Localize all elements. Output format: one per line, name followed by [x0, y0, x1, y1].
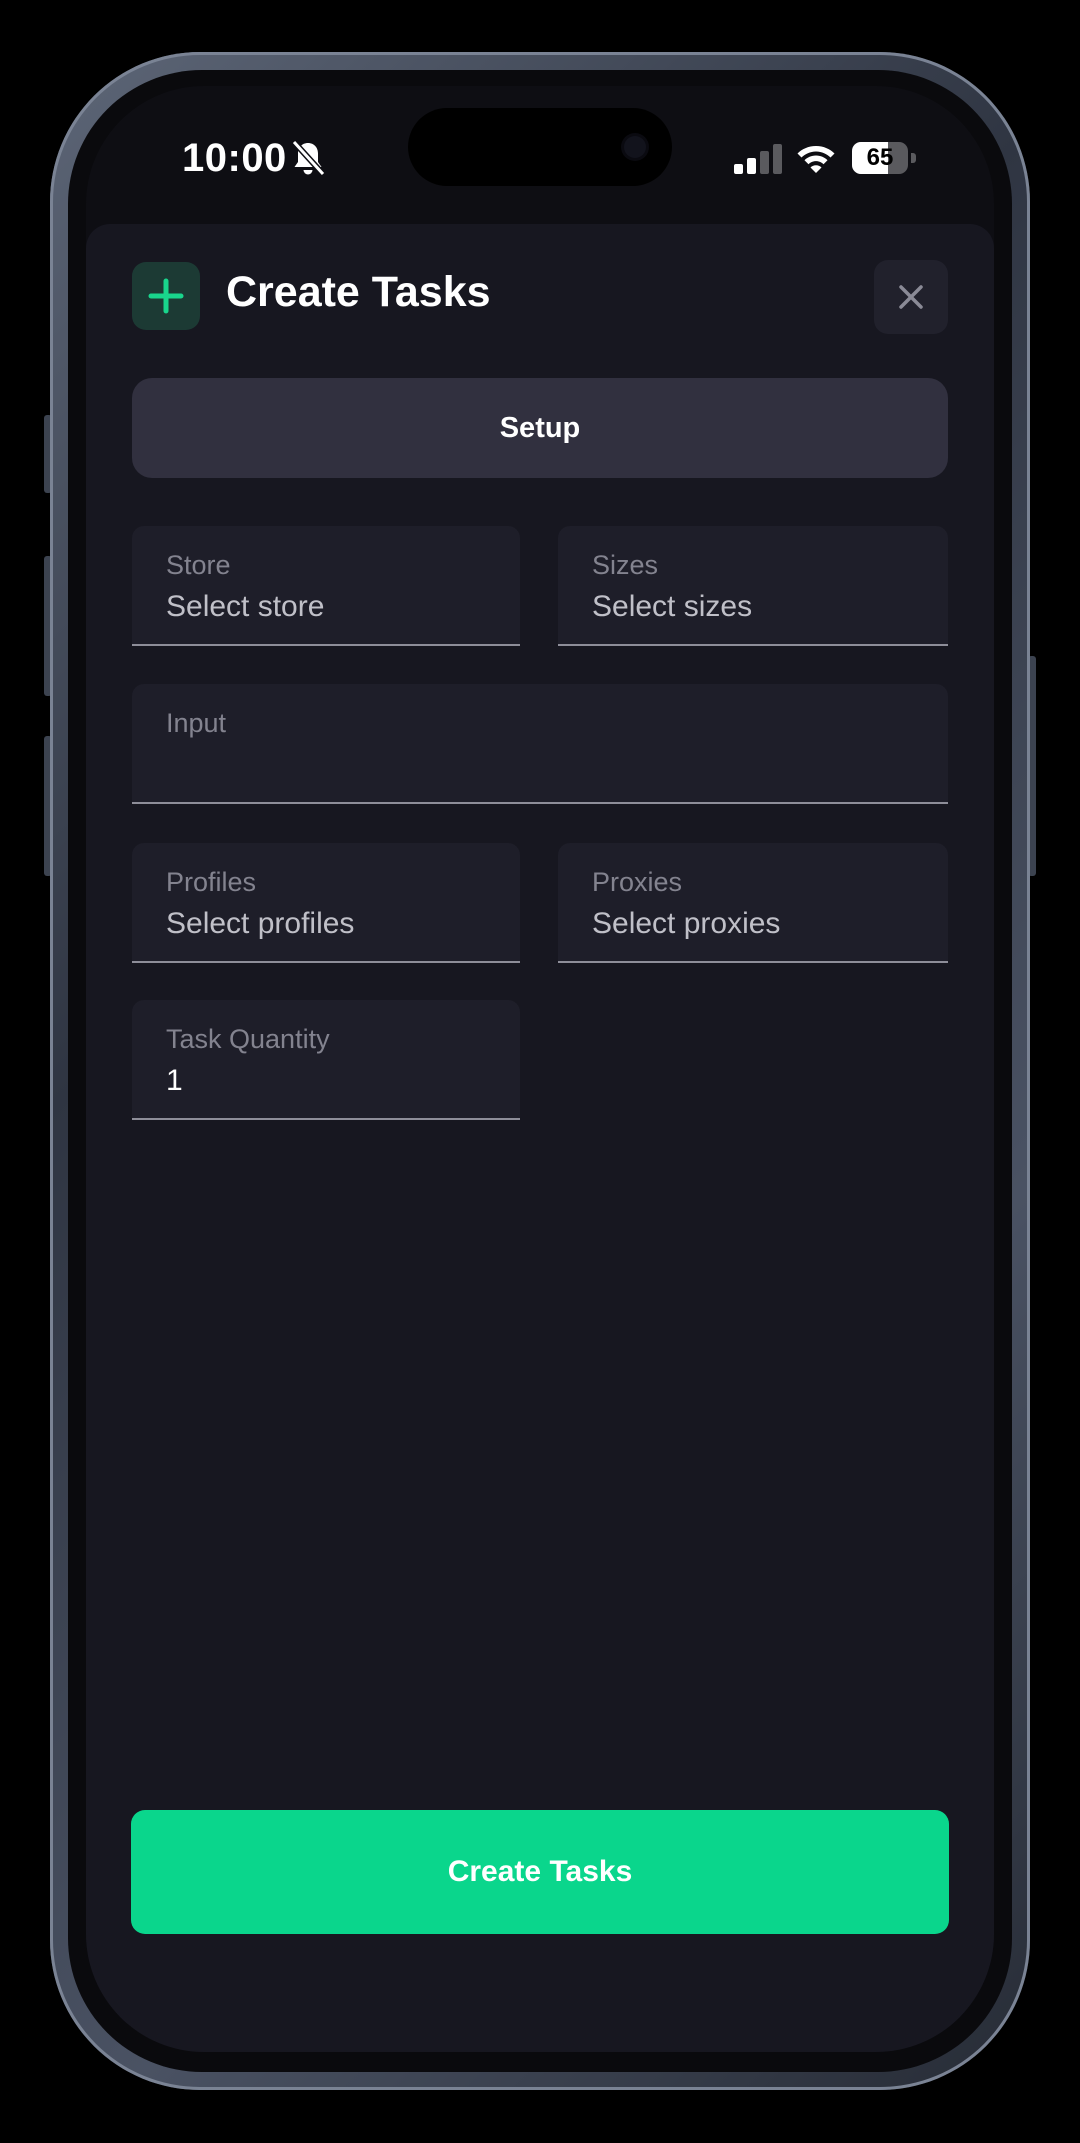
create-tasks-button[interactable]: Create Tasks	[131, 1810, 949, 1934]
sizes-select[interactable]: Sizes Select sizes	[558, 526, 948, 646]
dynamic-island	[408, 108, 672, 186]
camera-icon	[624, 136, 646, 158]
sizes-value: Select sizes	[592, 590, 753, 623]
tab-setup[interactable]: Setup	[132, 378, 948, 478]
page-title: Create Tasks	[226, 268, 491, 316]
plus-icon	[148, 278, 184, 314]
close-button[interactable]	[874, 260, 948, 334]
profiles-select[interactable]: Profiles Select profiles	[132, 843, 520, 963]
sizes-label: Sizes	[592, 550, 659, 580]
title-icon	[132, 262, 200, 330]
profiles-label: Profiles	[166, 867, 257, 897]
task-quantity-value: 1	[166, 1064, 183, 1097]
proxies-label: Proxies	[592, 867, 683, 897]
screen: 10:00 65 Create Tasks Setup Store Select…	[86, 86, 994, 2052]
store-select[interactable]: Store Select store	[132, 526, 520, 646]
wifi-icon	[797, 146, 835, 173]
proxies-select[interactable]: Proxies Select proxies	[558, 843, 948, 963]
bell-slash-icon	[291, 139, 326, 177]
proxies-value: Select proxies	[592, 907, 781, 940]
create-tasks-sheet: Create Tasks Setup Store Select store Si…	[86, 224, 994, 2052]
battery-icon: 65	[852, 142, 918, 174]
profiles-value: Select profiles	[166, 907, 355, 940]
store-label: Store	[166, 550, 231, 580]
task-quantity-field[interactable]: Task Quantity 1	[132, 1000, 520, 1120]
store-value: Select store	[166, 590, 325, 623]
input-label: Input	[166, 708, 227, 738]
close-icon	[899, 285, 923, 309]
status-time: 10:00	[182, 136, 287, 180]
cellular-signal-icon	[734, 144, 782, 174]
task-quantity-label: Task Quantity	[166, 1024, 330, 1054]
input-field[interactable]: Input	[132, 684, 948, 804]
battery-level: 65	[866, 144, 894, 171]
